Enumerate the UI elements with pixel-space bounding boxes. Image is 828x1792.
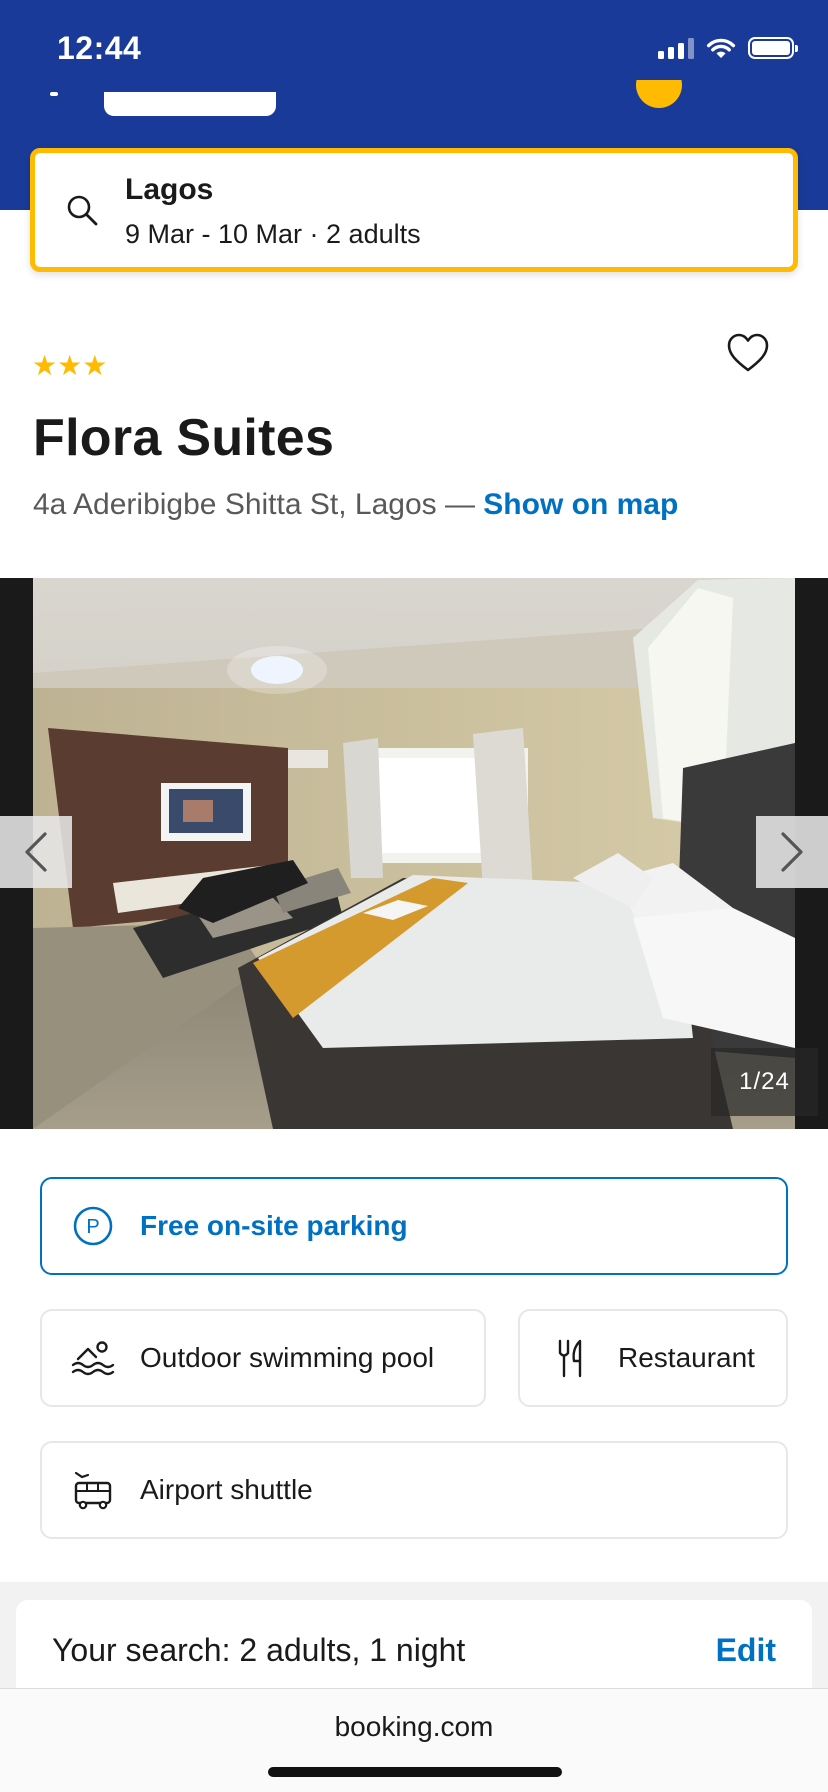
facility-parking[interactable]: P Free on-site parking [40,1177,788,1275]
photo-counter: 1/24 [711,1048,818,1116]
heart-icon[interactable] [726,332,770,374]
avatar[interactable] [636,80,682,108]
search-city: Lagos [125,173,214,206]
hotel-room-photo [33,578,795,1129]
search-icon [67,195,98,226]
star-rating-stars: ★★★ [32,350,108,381]
star-rating: ★★★ [32,352,107,380]
chevron-left-icon [25,832,47,872]
browser-url[interactable]: booking.com [0,1711,828,1743]
signal-icon [658,37,694,59]
parking-icon: P [73,1206,113,1246]
facility-pool-label: Outdoor swimming pool [140,1342,435,1373]
header-logo [104,92,276,116]
pool-icon [71,1341,115,1376]
edit-search-button[interactable]: Edit [716,1632,776,1669]
gallery-next-button[interactable] [756,816,828,888]
address-text: 4a Aderibigbe Shitta St, Lagos — [33,488,484,521]
svg-text:P: P [86,1216,99,1238]
property-name: Flora Suites [33,409,335,467]
battery-icon [748,37,798,59]
facility-restaurant[interactable]: Restaurant [518,1309,788,1407]
facility-pool[interactable]: Outdoor swimming pool [40,1309,486,1407]
wifi-icon [706,38,736,58]
chevron-right-icon [781,832,803,872]
show-on-map-link[interactable]: Show on map [483,488,678,521]
facility-restaurant-label: Restaurant [618,1342,755,1373]
shuttle-icon [74,1471,112,1510]
search-dates-guests: 9 Mar - 10 Mar · 2 adults [125,219,421,249]
home-indicator[interactable] [268,1767,562,1777]
search-summary-box[interactable]: Lagos 9 Mar - 10 Mar · 2 adults [30,148,798,272]
browser-bottom-bar: booking.com [0,1688,828,1792]
photo-gallery[interactable]: 1/24 [0,578,828,1129]
back-button[interactable] [50,92,58,96]
facility-parking-label: Free on-site parking [140,1210,408,1241]
facility-shuttle[interactable]: Airport shuttle [40,1441,788,1539]
status-icons [658,36,798,60]
facility-shuttle-label: Airport shuttle [140,1474,313,1505]
gallery-prev-button[interactable] [0,816,72,888]
restaurant-icon [558,1339,582,1378]
property-address: 4a Aderibigbe Shitta St, Lagos — Show on… [33,488,678,522]
status-time: 12:44 [57,30,142,66]
your-search-summary: Your search: 2 adults, 1 night [52,1632,466,1668]
